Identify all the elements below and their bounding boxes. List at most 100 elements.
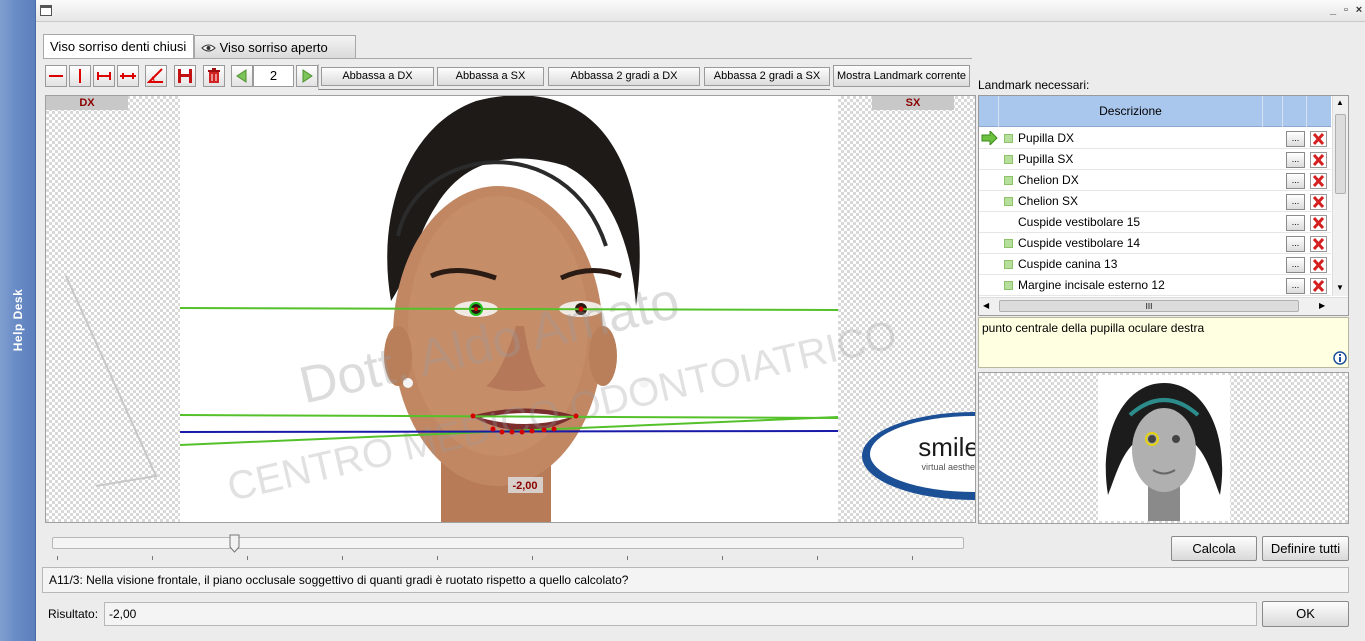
landmark-delete-button[interactable]	[1310, 152, 1327, 168]
slider-tick	[817, 556, 818, 560]
landmark-edit-button[interactable]: ...	[1286, 215, 1305, 231]
landmark-panel-title: Landmark necessari:	[978, 78, 1090, 92]
landmark-grid-header: Descrizione	[979, 96, 1331, 127]
current-row-arrow-icon	[981, 131, 998, 145]
landmark-edit-button[interactable]: ...	[1286, 131, 1305, 147]
photo-canvas[interactable]: DX SX Dott. Aldo Amato CENTRO MEDICO ODO…	[45, 95, 976, 523]
landmark-label: Chelion DX	[1018, 173, 1079, 187]
landmark-tooth	[509, 429, 515, 435]
landmark-label: Cuspide vestibolare 15	[1018, 215, 1141, 229]
tab-label: Viso sorriso aperto	[219, 40, 328, 55]
landmark-edit-button[interactable]: ...	[1286, 173, 1305, 189]
landmark-vertical-scrollbar[interactable]: ▲ ▼	[1332, 96, 1348, 296]
slider-tick	[152, 556, 153, 560]
delete-x-icon	[1312, 258, 1325, 272]
slider-tick	[57, 556, 58, 560]
landmark-row[interactable]: Cuspide vestibolare 15...	[979, 212, 1331, 233]
landmark-delete-button[interactable]	[1310, 215, 1327, 231]
column-header-descrizione[interactable]: Descrizione	[999, 96, 1263, 127]
result-field[interactable]: -2,00	[104, 602, 1257, 626]
landmark-set-indicator	[1004, 134, 1013, 143]
ok-button[interactable]: OK	[1262, 601, 1349, 627]
abbassa-sx-button[interactable]: Abbassa a SX	[437, 67, 544, 86]
result-label: Risultato:	[48, 607, 99, 621]
info-icon[interactable]	[1333, 351, 1347, 365]
landmark-row[interactable]: Chelion SX...	[979, 191, 1331, 212]
scroll-thumb[interactable]	[1335, 114, 1346, 194]
scroll-up-icon[interactable]: ▲	[1336, 98, 1344, 107]
definire-tutti-button[interactable]: Definire tutti	[1262, 536, 1349, 561]
landmark-set-indicator	[1004, 260, 1013, 269]
delete-button[interactable]	[203, 65, 225, 87]
help-desk-sidebar[interactable]: Help Desk	[0, 0, 36, 641]
save-button[interactable]	[174, 65, 196, 87]
landmark-edit-button[interactable]: ...	[1286, 257, 1305, 273]
abbassa-2-gradi-dx-button[interactable]: Abbassa 2 gradi a DX	[548, 67, 700, 86]
landmark-label: Pupilla DX	[1018, 131, 1075, 145]
hscroll-thumb[interactable]: III	[999, 300, 1299, 312]
image-slider[interactable]	[52, 537, 964, 549]
landmark-edit-button[interactable]: ...	[1286, 194, 1305, 210]
landmark-edit-button[interactable]: ...	[1286, 152, 1305, 168]
minimize-icon[interactable]: _	[1327, 4, 1339, 17]
short-distance-tool-button[interactable]	[93, 65, 115, 87]
preview-frame	[1098, 375, 1230, 521]
slider-thumb[interactable]	[229, 534, 240, 553]
page-number-field[interactable]: 2	[253, 65, 294, 87]
landmark-tooth	[490, 426, 496, 432]
smiletron-logo-text: smiletron	[918, 432, 976, 462]
horizontal-line-tool-button[interactable]	[45, 65, 67, 87]
abbassa-2-gradi-sx-button[interactable]: Abbassa 2 gradi a SX	[704, 67, 830, 86]
tab-viso-sorriso-aperto[interactable]: Viso sorriso aperto	[194, 35, 356, 58]
landmark-edit-button[interactable]: ...	[1286, 236, 1305, 252]
question-text: A11/3: Nella visione frontale, il piano …	[42, 567, 1349, 593]
landmark-pupilla-sx	[578, 306, 584, 312]
close-icon[interactable]: ×	[1353, 4, 1365, 17]
landmark-delete-button[interactable]	[1310, 257, 1327, 273]
slider-tick	[912, 556, 913, 560]
slider-tick	[342, 556, 343, 560]
slider-tick	[437, 556, 438, 560]
slider-tick	[627, 556, 628, 560]
landmark-label: Cuspide canina 13	[1018, 257, 1118, 271]
scroll-down-icon[interactable]: ▼	[1336, 283, 1344, 292]
abbassa-dx-button[interactable]: Abbassa a DX	[321, 67, 434, 86]
angle-label: -2,00	[512, 480, 537, 492]
delete-x-icon	[1312, 132, 1325, 146]
floppy-icon	[178, 69, 192, 83]
landmark-set-indicator	[1004, 197, 1013, 206]
long-distance-tool-button[interactable]	[117, 65, 139, 87]
landmark-label: Pupilla SX	[1018, 152, 1074, 166]
landmark-row[interactable]: Cuspide canina 13...	[979, 254, 1331, 275]
mostra-landmark-button[interactable]: Mostra Landmark corrente	[833, 65, 970, 87]
landmark-delete-button[interactable]	[1310, 236, 1327, 252]
landmark-edit-button[interactable]: ...	[1286, 278, 1305, 294]
window-titlebar: _ ▫ ×	[36, 0, 1365, 22]
landmark-row[interactable]: Chelion DX...	[979, 170, 1331, 191]
tab-viso-sorriso-chiusi[interactable]: Viso sorriso denti chiusi	[43, 34, 194, 59]
prev-button[interactable]	[231, 65, 253, 87]
landmark-row[interactable]: Pupilla SX...	[979, 149, 1331, 170]
landmark-set-indicator	[1004, 239, 1013, 248]
calcola-button[interactable]: Calcola	[1171, 536, 1257, 561]
landmark-chelion-dx	[470, 413, 476, 419]
landmark-row[interactable]: Cuspide vestibolare 14...	[979, 233, 1331, 254]
landmark-delete-button[interactable]	[1310, 131, 1327, 147]
landmark-row[interactable]: Margine incisale esterno 12...	[979, 275, 1331, 296]
landmark-horizontal-scrollbar[interactable]: ◀ III ▶	[979, 297, 1348, 315]
next-button[interactable]	[296, 65, 318, 87]
angle-tool-button[interactable]	[145, 65, 167, 87]
landmark-tooth	[529, 428, 535, 434]
restore-icon[interactable]: ▫	[1340, 4, 1352, 17]
delete-x-icon	[1312, 195, 1325, 209]
vertical-line-tool-button[interactable]	[69, 65, 91, 87]
landmark-delete-button[interactable]	[1310, 194, 1327, 210]
landmark-grid[interactable]: Descrizione Pupilla DX... Pupilla SX... Ch…	[978, 95, 1349, 316]
landmark-delete-button[interactable]	[1310, 278, 1327, 294]
scroll-left-icon[interactable]: ◀	[983, 301, 989, 310]
delete-x-icon	[1312, 153, 1325, 167]
landmark-delete-button[interactable]	[1310, 173, 1327, 189]
landmark-row[interactable]: Pupilla DX...	[979, 128, 1331, 149]
scroll-right-icon[interactable]: ▶	[1319, 301, 1325, 310]
landmark-tooth	[499, 429, 505, 435]
